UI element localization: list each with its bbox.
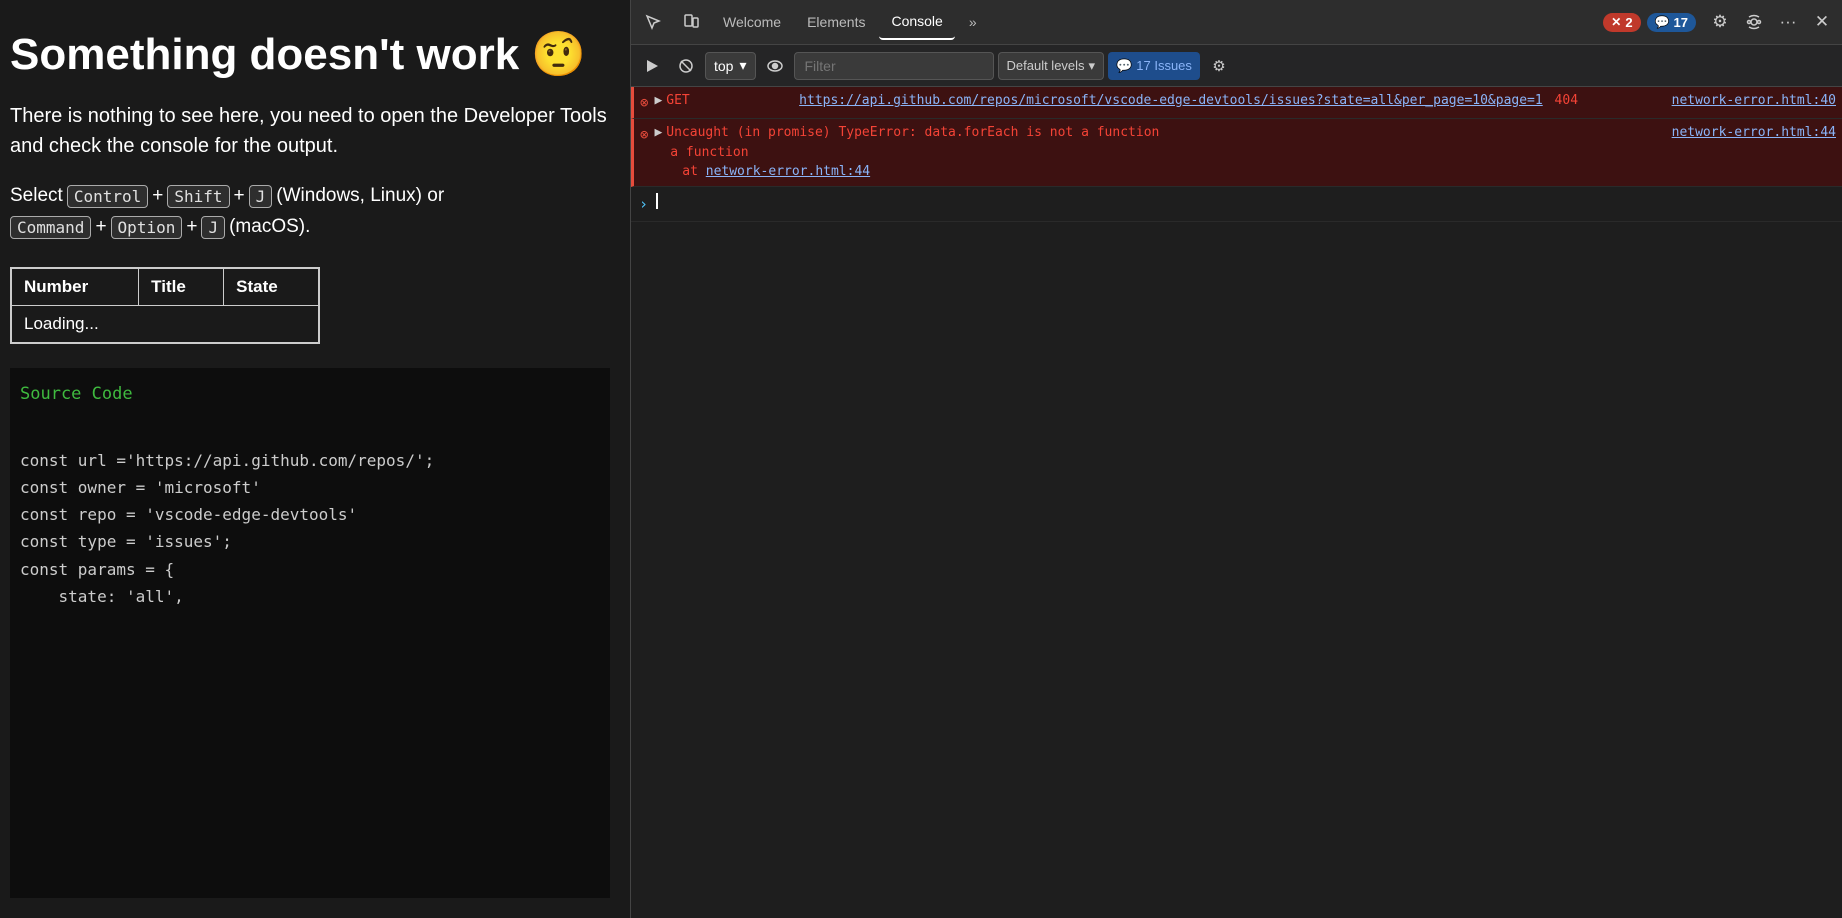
code-block: const url ='https://api.github.com/repos… (20, 420, 600, 610)
filter-input[interactable] (794, 52, 994, 80)
key-command: Command (10, 216, 91, 239)
warning-count: 17 (1674, 15, 1688, 30)
error-body-2: Uncaught (in promise) TypeError: data.fo… (666, 123, 1836, 182)
error-body-1: GET https://api.github.com/repos/microso… (666, 91, 1836, 111)
console-input-row[interactable]: › (631, 187, 1842, 223)
tab-welcome[interactable]: Welcome (711, 4, 793, 40)
error-count: 2 (1625, 15, 1632, 30)
error-file-link-1[interactable]: network-error.html:40 (1672, 91, 1836, 111)
error-circle-icon-1: ⊗ (640, 93, 648, 114)
ban-icon-btn[interactable] (671, 51, 701, 81)
chevron-down-icon-2: ▾ (1089, 58, 1096, 74)
issues-count-label: 17 Issues (1136, 58, 1192, 73)
console-error-row-2: ⊗ ▶ Uncaught (in promise) TypeError: dat… (631, 119, 1842, 187)
input-prompt-icon: › (639, 193, 648, 216)
error-at-line: at network-error.html:44 (666, 162, 1836, 182)
shortcut-line-1: Select Control + Shift + J (Windows, Lin… (10, 185, 610, 208)
devtools-panel: Welcome Elements Console » ✕ 2 💬 17 ⚙ ··… (630, 0, 1842, 918)
warning-badge: 💬 17 (1647, 13, 1696, 32)
more-options-btn[interactable]: ··· (1772, 6, 1804, 38)
devtools-tabs-bar: Welcome Elements Console » ✕ 2 💬 17 ⚙ ··… (631, 0, 1842, 45)
device-icon-btn[interactable] (673, 4, 709, 40)
console-cursor (656, 193, 666, 209)
left-panel: Something doesn't work 🤨 There is nothin… (0, 0, 630, 918)
error-main-line-2: Uncaught (in promise) TypeError: data.fo… (666, 123, 1836, 143)
context-selector[interactable]: top ▾ (705, 52, 756, 80)
error-file-link-2[interactable]: network-error.html:44 (1672, 123, 1836, 143)
eye-icon-btn[interactable] (760, 51, 790, 81)
key-j-1: J (249, 185, 273, 208)
windows-linux-label: (Windows, Linux) or (276, 185, 444, 207)
key-j-2: J (201, 216, 225, 239)
close-devtools-btn[interactable]: ✕ (1806, 6, 1838, 38)
macos-label: (macOS). (229, 216, 310, 238)
default-levels-btn[interactable]: Default levels ▾ (998, 52, 1105, 80)
issues-table: Number Title State Loading... (11, 268, 319, 343)
error-badge: ✕ 2 (1603, 13, 1640, 32)
warning-icon: 💬 (1655, 15, 1670, 29)
col-title: Title (139, 268, 224, 305)
error-at-file-link[interactable]: network-error.html:44 (706, 164, 870, 179)
console-error-row-1: ⊗ ▶ GET https://api.github.com/repos/mic… (631, 87, 1842, 119)
default-levels-label: Default levels (1007, 58, 1085, 73)
get-method: GET (666, 91, 787, 111)
col-number: Number (12, 268, 139, 305)
error-url-link[interactable]: https://api.github.com/repos/microsoft/v… (799, 91, 1543, 111)
console-toolbar: top ▾ Default levels ▾ 💬 17 Issues ⚙ (631, 45, 1842, 87)
expand-arrow-1[interactable]: ▶ (654, 91, 662, 111)
play-icon-btn[interactable] (637, 51, 667, 81)
error-circle-icon-2: ⊗ (640, 125, 648, 146)
key-option: Option (111, 216, 183, 239)
issues-settings-icon[interactable]: ⚙ (1204, 51, 1234, 81)
error-main-line-1: GET https://api.github.com/repos/microso… (666, 91, 1836, 111)
main-heading: Something doesn't work 🤨 (10, 30, 610, 81)
error-secondary-line: a function (666, 143, 1836, 163)
typeerror-message: Uncaught (in promise) TypeError: data.fo… (666, 123, 1667, 143)
chevron-down-icon: ▾ (739, 57, 746, 74)
issues-badge[interactable]: 💬 17 Issues (1108, 52, 1200, 80)
table-row: Loading... (12, 305, 319, 342)
console-output: ⊗ ▶ GET https://api.github.com/repos/mic… (631, 87, 1842, 918)
context-value: top (714, 58, 733, 74)
tab-elements[interactable]: Elements (795, 4, 877, 40)
key-shift: Shift (167, 185, 229, 208)
loading-cell: Loading... (12, 305, 319, 342)
select-label: Select (10, 185, 63, 207)
tab-more[interactable]: » (957, 4, 989, 40)
issues-table-container: Number Title State Loading... (10, 267, 320, 344)
key-control: Control (67, 185, 148, 208)
expand-arrow-2[interactable]: ▶ (654, 123, 662, 143)
status-404: 404 (1547, 91, 1668, 111)
settings-icon-btn[interactable]: ⚙ (1704, 6, 1736, 38)
cursor-icon-btn[interactable] (635, 4, 671, 40)
tab-console[interactable]: Console (879, 4, 954, 40)
code-section: Source Code const url ='https://api.gith… (10, 368, 610, 898)
code-title: Source Code (20, 384, 600, 404)
shortcut-line-2: Command + Option + J (macOS). (10, 216, 610, 239)
issues-chat-icon: 💬 (1116, 58, 1132, 74)
error-x-icon: ✕ (1611, 15, 1621, 29)
broadcast-icon-btn[interactable] (1738, 6, 1770, 38)
subtitle: There is nothing to see here, you need t… (10, 101, 610, 161)
col-state: State (224, 268, 319, 305)
